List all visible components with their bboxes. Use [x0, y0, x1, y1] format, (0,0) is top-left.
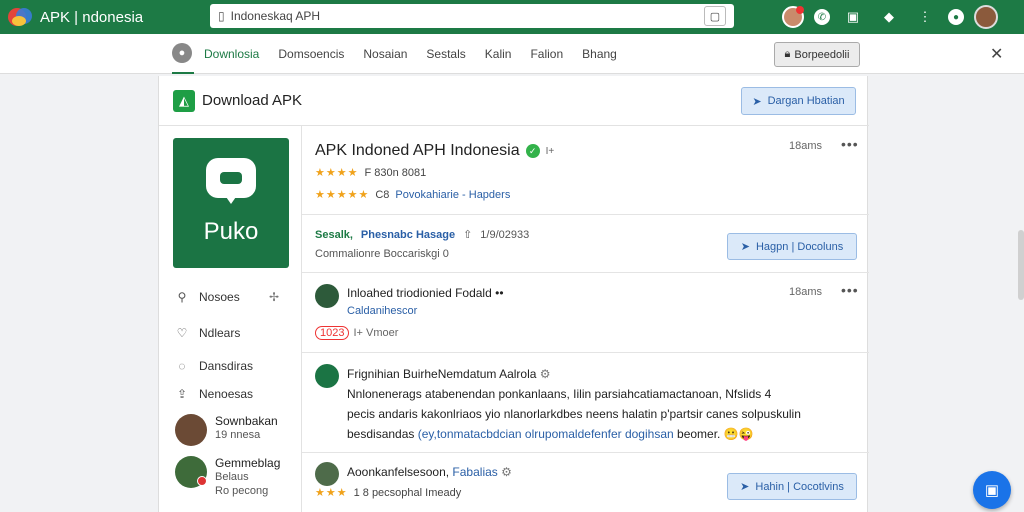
- sidebar-user-1[interactable]: Sownbakan 19 nnesa: [175, 414, 278, 446]
- panel-header: ◭ Download APK ➤ Dargan Hbatian: [159, 76, 869, 126]
- tab-underline: [172, 72, 194, 74]
- post2-body: Nnlonenerags atabenendan ponkanlaans, Ii…: [347, 387, 801, 441]
- app-title: APK | ndonesia: [40, 8, 144, 26]
- divider: [302, 352, 869, 353]
- divider: [302, 214, 869, 215]
- tab-5[interactable]: Kalin: [485, 34, 512, 74]
- post1-time: 18ams: [789, 286, 823, 298]
- section2-header: Sesalk, Phesnabc Hasage ⇧ 1/9/02933: [315, 228, 530, 242]
- tab-downloads[interactable]: Downlosia: [204, 34, 259, 74]
- section2-button[interactable]: ➤ Hagpn | Docoluns: [727, 233, 857, 260]
- download-icon[interactable]: ▣: [840, 4, 866, 30]
- tag-icon[interactable]: ◆: [876, 4, 902, 30]
- tab-3[interactable]: Nosaian: [363, 34, 407, 74]
- avatar[interactable]: [315, 284, 339, 308]
- url-input[interactable]: [230, 9, 704, 23]
- main-panel: ◭ Download APK ➤ Dargan Hbatian Puko ⚲ N…: [158, 76, 869, 512]
- section2-subtitle: Commalionre Boccariskgi 0: [315, 248, 449, 260]
- column-divider: [301, 126, 302, 512]
- section2-link[interactable]: Phesnabc Hasage: [361, 229, 455, 241]
- chat-icon: ◌: [178, 359, 186, 373]
- send-icon: ➤: [752, 95, 762, 108]
- stars-icon: ★★★★: [315, 167, 359, 179]
- post3-name: Aoonkanfelsesoon, Fabalias ⚙: [347, 465, 512, 479]
- divider: [302, 272, 869, 273]
- save-fab-icon[interactable]: ▣: [973, 471, 1011, 509]
- tab-7[interactable]: Bhang: [582, 34, 617, 74]
- header-button[interactable]: ➤ Dargan Hbatian: [741, 87, 856, 115]
- post1-sub[interactable]: Caldanihescor: [347, 305, 417, 317]
- close-icon[interactable]: ✕: [990, 44, 1003, 64]
- developer-link[interactable]: Povokahiarie - Hapders: [395, 189, 510, 201]
- send-icon: ➤: [740, 241, 750, 253]
- stars-icon: ★★★★★: [315, 189, 370, 201]
- avatar: [175, 456, 207, 488]
- top-bar: APK | ndonesia ▯ ▢ ✆ ▣ ◆ ⋮ ●: [0, 0, 1024, 34]
- settings-small-icon: ⚙: [539, 367, 551, 381]
- grid-icon[interactable]: ⋮: [912, 4, 938, 30]
- post3-link[interactable]: Fabalias: [452, 465, 497, 479]
- verified-icon: ✓: [525, 144, 540, 158]
- avatar[interactable]: [315, 364, 339, 388]
- whatsapp-icon[interactable]: ✆: [814, 9, 830, 25]
- user-avatar-icon[interactable]: ●: [172, 43, 192, 63]
- heart-icon: ♡: [176, 326, 188, 340]
- share-small-icon: ⇧: [463, 229, 473, 241]
- sidebar-item-4[interactable]: ⇪ Nenoesas: [175, 387, 253, 401]
- scrollbar[interactable]: [1018, 230, 1024, 300]
- post3-rating: ★★★ 1 8 pecsophal Imeady: [315, 486, 462, 500]
- tab-2[interactable]: Domsoencis: [278, 34, 344, 74]
- more-icon[interactable]: •••: [841, 282, 859, 298]
- app-logo-icon[interactable]: [8, 6, 34, 28]
- settings-small-icon: ⚙: [501, 465, 512, 479]
- page-icon: ▯: [218, 9, 225, 23]
- app-name: APK Indoned APH Indonesia ✓ I+: [315, 142, 555, 159]
- sidebar-user-2[interactable]: Gemmeblag Belaus Ro pecong: [175, 456, 280, 498]
- circle-icon[interactable]: ●: [948, 9, 964, 25]
- address-bar[interactable]: ▯ ▢: [210, 4, 734, 28]
- tab-4[interactable]: Sestals: [426, 34, 465, 74]
- search-icon: ⚲: [177, 290, 187, 304]
- more-icon[interactable]: •••: [841, 136, 859, 152]
- sidebar-item-2[interactable]: ♡ Ndlears: [175, 326, 241, 340]
- post2-title: Frignihian BuirheNemdatum Aalrola ⚙: [347, 367, 551, 381]
- post1-tag: 1023 I+ Vmoer: [315, 326, 398, 340]
- lock-icon[interactable]: ▢: [704, 6, 726, 26]
- post1-name: Inloahed triodionied Fodald ••: [347, 286, 504, 300]
- toolbar-icons: ✆ ▣ ◆ ⋮ ●: [782, 4, 998, 30]
- rating-row: ★★★★ F 830n 8081: [315, 166, 427, 180]
- tab-bar: Downlosia Domsoencis Nosaian Sestals Kal…: [204, 34, 636, 74]
- divider: [302, 452, 869, 453]
- avatar[interactable]: [315, 462, 339, 486]
- app-time: 18ams: [789, 140, 823, 152]
- page-title: Download APK: [202, 92, 303, 109]
- download-apk-icon: ◭: [173, 90, 195, 112]
- nav-row: ● Downlosia Domsoencis Nosaian Sestals K…: [0, 34, 1024, 74]
- avatar-icon[interactable]: [782, 6, 804, 28]
- app-icon-tile[interactable]: Puko: [173, 138, 289, 268]
- emoji-icon: 😬😜: [723, 427, 754, 441]
- pin-icon[interactable]: ✢: [269, 290, 279, 304]
- sidebar-item-1[interactable]: ⚲ Nosoes: [175, 290, 240, 304]
- sidebar-item-3[interactable]: ◌ Dansdiras: [175, 359, 253, 373]
- tab-6[interactable]: Falion: [530, 34, 563, 74]
- nav-action-button[interactable]: 🔒︎ Borpeedolii: [774, 42, 860, 67]
- rating-row-2: ★★★★★ C8 Povokahiarie - Hapders: [315, 188, 511, 202]
- post3-button[interactable]: ➤ Hahin | Cocotlvins: [727, 473, 857, 500]
- profile-icon[interactable]: [974, 5, 998, 29]
- send-icon: ➤: [740, 481, 750, 493]
- lock-small-icon: 🔒︎: [784, 48, 791, 60]
- avatar: [175, 414, 207, 446]
- stars-icon: ★★★: [315, 487, 348, 499]
- share-icon: ⇪: [176, 387, 188, 401]
- app-icon-label: Puko: [203, 218, 259, 245]
- post2-link[interactable]: (ey,tonmatacbdcian olrupomaldefenfer dog…: [418, 427, 674, 441]
